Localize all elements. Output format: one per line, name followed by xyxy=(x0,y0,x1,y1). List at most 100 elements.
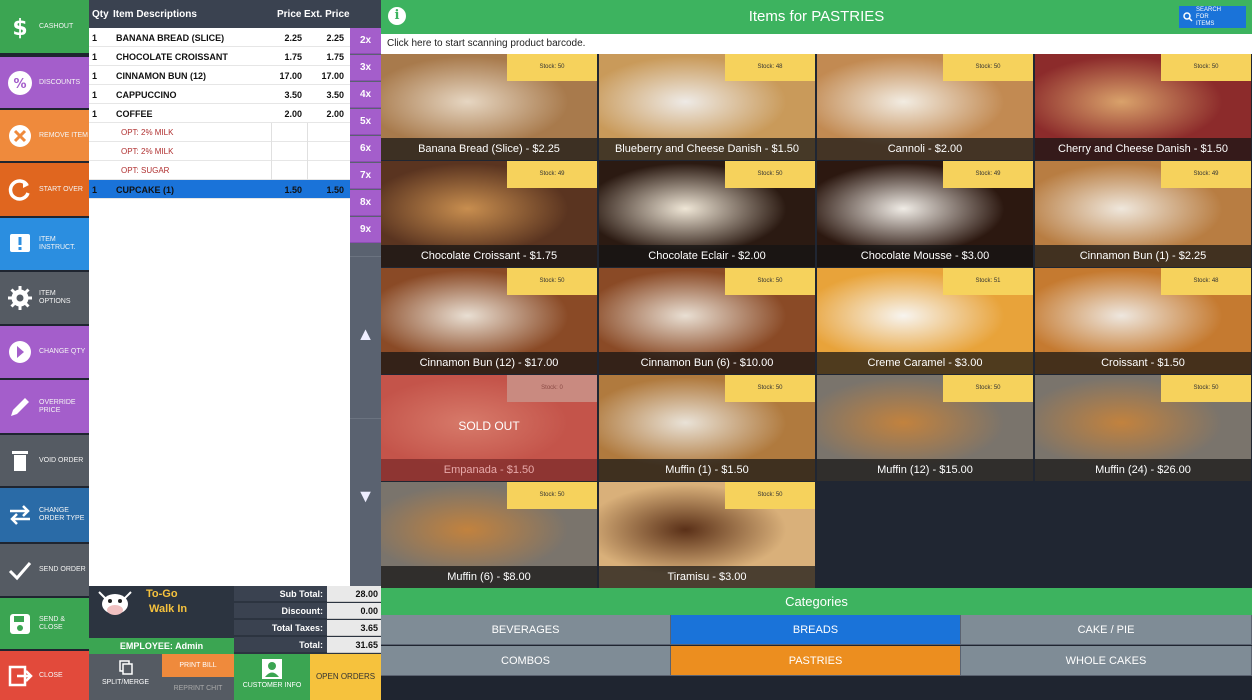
product-tile[interactable]: Stock: 50 Tiramisu - $3.00 xyxy=(599,482,815,588)
action-send-close-button[interactable]: SEND & CLOSE xyxy=(0,598,89,649)
stock-badge: Stock: 49 xyxy=(507,161,597,188)
product-tile[interactable]: Stock: 48 Croissant - $1.50 xyxy=(1035,268,1251,374)
product-tile[interactable]: Stock: 50 Chocolate Eclair - $2.00 xyxy=(599,161,815,267)
category-pastries-button[interactable]: PASTRIES xyxy=(671,646,961,676)
action-cashout-button[interactable]: $ CASHOUT xyxy=(0,0,89,53)
order-line-row[interactable]: 1 COFFEE 2.00 2.00 xyxy=(89,104,350,123)
category-breads-button[interactable]: BREADS xyxy=(671,615,961,645)
action-start-over-button[interactable]: START OVER xyxy=(0,163,89,216)
multiplier-7x-button[interactable]: 7x xyxy=(350,163,381,189)
barcode-scan-field[interactable]: Click here to start scanning product bar… xyxy=(381,34,1252,54)
multiplier-4x-button[interactable]: 4x xyxy=(350,82,381,108)
action-void-order-button[interactable]: VOID ORDER xyxy=(0,435,89,486)
items-header: i Items for PASTRIES SEARCH FOR ITEMS xyxy=(381,0,1252,34)
svg-text:$: $ xyxy=(12,16,27,41)
order-header: Qty Item Descriptions Price Ext. Price xyxy=(89,0,350,28)
multiplier-8x-button[interactable]: 8x xyxy=(350,190,381,216)
category-whole-cakes-button[interactable]: WHOLE CAKES xyxy=(961,646,1252,676)
product-tile[interactable]: Stock: 50 Cinnamon Bun (12) - $17.00 xyxy=(381,268,597,374)
option-text: OPT: SUGAR xyxy=(121,166,170,175)
category-beverages-button[interactable]: BEVERAGES xyxy=(381,615,671,645)
order-option-row[interactable]: OPT: SUGAR xyxy=(89,161,350,180)
order-option-row[interactable]: OPT: 2% MILK xyxy=(89,123,350,142)
product-tile[interactable]: Stock: 51 Creme Caramel - $3.00 xyxy=(817,268,1033,374)
product-tile[interactable]: Stock: 50 Cinnamon Bun (6) - $10.00 xyxy=(599,268,815,374)
product-name: Muffin (1) - $1.50 xyxy=(599,459,815,481)
action-discounts-button[interactable]: % DISCOUNTS xyxy=(0,57,89,108)
stock-badge: Stock: 50 xyxy=(725,268,815,295)
total-value: 3.65 xyxy=(327,620,381,636)
categories-title: Categories xyxy=(381,588,1252,615)
action-label: OVERRIDE PRICE xyxy=(39,398,76,414)
action-label: CHANGE ORDER TYPE xyxy=(39,507,85,522)
product-tile[interactable]: Stock: 50 Cherry and Cheese Danish - $1.5… xyxy=(1035,54,1251,160)
product-name: Cinnamon Bun (6) - $10.00 xyxy=(599,352,815,374)
multiplier-2x-button[interactable]: 2x xyxy=(350,28,381,54)
product-tile[interactable]: Stock: 50 Muffin (1) - $1.50 xyxy=(599,375,815,481)
line-desc: BANANA BREAD (SLICE) xyxy=(116,33,225,43)
order-line-row[interactable]: 1 CHOCOLATE CROISSANT 1.75 1.75 xyxy=(89,47,350,66)
pencil-icon xyxy=(6,393,34,421)
print-bill-button[interactable]: PRINT BILL xyxy=(162,654,234,677)
product-tile[interactable]: Stock: 50 Cannoli - $2.00 xyxy=(817,54,1033,160)
stock-badge: Stock: 50 xyxy=(725,161,815,188)
action-label: SEND ORDER xyxy=(39,566,86,573)
product-tile[interactable]: Stock: 0 SOLD OUT Empanada - $1.50 xyxy=(381,375,597,481)
scroll-down-arrow-icon[interactable]: ▼ xyxy=(350,418,381,574)
order-line-row[interactable]: 1 CINNAMON BUN (12) 17.00 17.00 xyxy=(89,66,350,85)
stock-badge: Stock: 50 xyxy=(943,375,1033,402)
product-name: Chocolate Mousse - $3.00 xyxy=(817,245,1033,267)
print-bill-label: PRINT BILL xyxy=(179,662,217,669)
multiplier-5x-button[interactable]: 5x xyxy=(350,109,381,135)
product-tile[interactable]: Stock: 49 Chocolate Croissant - $1.75 xyxy=(381,161,597,267)
desc-header: Item Descriptions xyxy=(113,9,197,20)
product-tile[interactable]: Stock: 49 Cinnamon Bun (1) - $2.25 xyxy=(1035,161,1251,267)
split-merge-label: SPLIT/MERGE xyxy=(101,679,150,686)
action-change-order-type-button[interactable]: CHANGE ORDER TYPE xyxy=(0,488,89,542)
action-override-price-button[interactable]: OVERRIDE PRICE xyxy=(0,380,89,433)
multiplier-header xyxy=(350,0,381,28)
order-ticket: Qty Item Descriptions Price Ext. Price 1… xyxy=(89,0,350,586)
action-close-button[interactable]: CLOSE xyxy=(0,651,89,700)
line-qty: 1 xyxy=(92,52,98,62)
gear-icon xyxy=(6,284,34,312)
reprint-chit-button[interactable]: REPRINT CHIT xyxy=(162,677,234,700)
multiplier-3x-button[interactable]: 3x xyxy=(350,55,381,81)
order-line-row[interactable]: 1 CAPPUCCINO 3.50 3.50 xyxy=(89,85,350,104)
order-type-label: To-Go xyxy=(146,588,178,600)
product-tile[interactable]: Stock: 50 Muffin (6) - $8.00 xyxy=(381,482,597,588)
product-tile[interactable]: Stock: 50 Banana Bread (Slice) - $2.25 xyxy=(381,54,597,160)
action-item-options-button[interactable]: ITEM OPTIONS xyxy=(0,272,89,324)
multiplier-9x-button[interactable]: 9x xyxy=(350,217,381,243)
open-orders-button[interactable]: OPEN ORDERS xyxy=(310,654,381,700)
action-change-qty-button[interactable]: CHANGE QTY xyxy=(0,326,89,378)
action-send-order-button[interactable]: SEND ORDER xyxy=(0,544,89,596)
action-label: ITEM INSTRUCT. xyxy=(39,236,76,251)
line-desc: CAPPUCCINO xyxy=(116,90,177,100)
product-tile[interactable]: Stock: 49 Chocolate Mousse - $3.00 xyxy=(817,161,1033,267)
category-cake-pie-button[interactable]: CAKE / PIE xyxy=(961,615,1252,645)
stock-badge: Stock: 50 xyxy=(725,375,815,402)
action-item-instruct-button[interactable]: ITEM INSTRUCT. xyxy=(0,218,89,270)
line-price: 2.25 xyxy=(284,33,302,43)
search-items-button[interactable]: SEARCH FOR ITEMS xyxy=(1179,6,1246,28)
split-merge-button[interactable]: SPLIT/MERGE xyxy=(89,654,162,700)
scroll-up-arrow-icon[interactable]: ▲ xyxy=(350,256,381,412)
category-combos-button[interactable]: COMBOS xyxy=(381,646,671,676)
multiplier-6x-button[interactable]: 6x xyxy=(350,136,381,162)
product-tile[interactable]: Stock: 50 Muffin (12) - $15.00 xyxy=(817,375,1033,481)
action-label: REMOVE ITEM xyxy=(39,131,89,139)
line-price: 1.50 xyxy=(284,185,302,195)
action-label: SEND & CLOSE xyxy=(39,615,66,631)
customer-info-button[interactable]: CUSTOMER INFO xyxy=(234,654,310,700)
open-orders-label: OPEN ORDERS xyxy=(315,672,376,681)
line-ext-price: 3.50 xyxy=(326,90,344,100)
order-line-row[interactable]: 1 BANANA BREAD (SLICE) 2.25 2.25 xyxy=(89,28,350,47)
product-tile[interactable]: Stock: 48 Blueberry and Cheese Danish - $… xyxy=(599,54,815,160)
action-remove-item-button[interactable]: REMOVE ITEM xyxy=(0,110,89,161)
order-type-panel[interactable]: To-Go Walk In xyxy=(89,586,234,638)
order-option-row[interactable]: OPT: 2% MILK xyxy=(89,142,350,161)
stock-badge: Stock: 50 xyxy=(507,54,597,81)
product-tile[interactable]: Stock: 50 Muffin (24) - $26.00 xyxy=(1035,375,1251,481)
order-line-row[interactable]: 1 CUPCAKE (1) 1.50 1.50 xyxy=(89,180,350,199)
